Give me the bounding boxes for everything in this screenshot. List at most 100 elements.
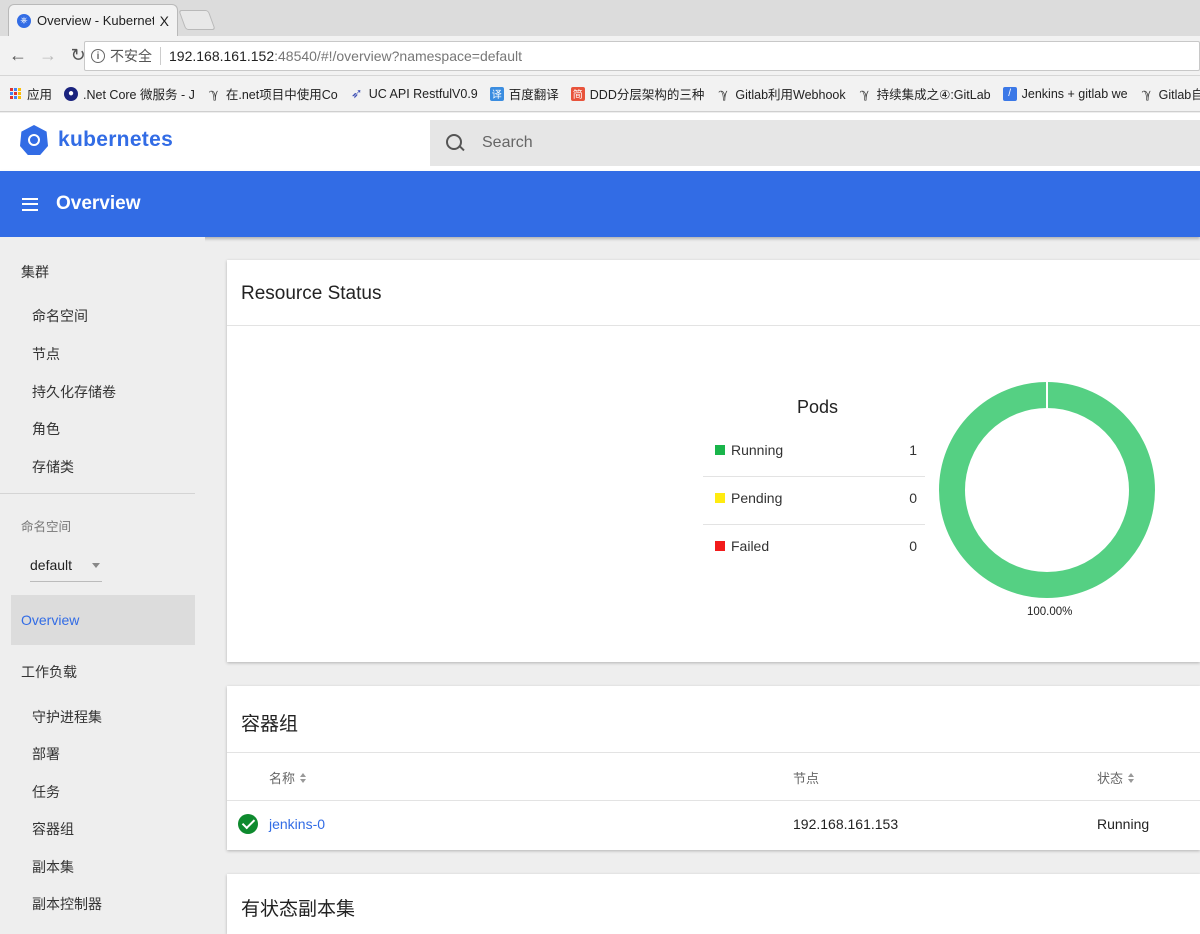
pods-chart-title: Pods [797, 397, 839, 417]
sidebar-item-roles[interactable]: 角色 [32, 419, 60, 439]
browser-address-bar: ← → ↻ i 不安全 192.168.161.152 :48540/#!/ov… [0, 36, 1200, 76]
column-header-status[interactable]: 状态 [1097, 768, 1135, 787]
pod-status-label: Pending [731, 490, 783, 506]
url-path: :48540/#!/overview?namespace=default [274, 48, 523, 64]
pod-status: Running [1097, 816, 1150, 832]
bookmark-gitlab-webhook[interactable]: ℽ Gitlab利用Webhook [716, 84, 846, 103]
page-toolbar: Overview [0, 171, 1200, 237]
legend-swatch-failed [715, 541, 725, 551]
sidebar-item-persistent-volumes[interactable]: 持久化存储卷 [32, 382, 116, 402]
gitlab-outline-icon: ℽ [718, 85, 729, 101]
namespace-select[interactable]: default [30, 549, 102, 582]
bookmark-gitlab-jenkins[interactable]: ℽ Gitlab自动触发Jenki [1140, 84, 1200, 103]
sidebar-item-pods[interactable]: 容器组 [32, 819, 74, 839]
net-core-icon: ● [64, 86, 79, 101]
bookmark-jenkins-gitlab[interactable]: / Jenkins + gitlab we [1002, 86, 1128, 101]
bookmark-label: Jenkins + gitlab we [1021, 86, 1128, 101]
column-header-label: 名称 [269, 771, 296, 786]
jianshu-icon: 简 [570, 86, 585, 101]
donut-slice-running [939, 382, 1155, 598]
card-title: 容器组 [241, 714, 299, 735]
sidebar-item-jobs[interactable]: 任务 [32, 782, 60, 802]
card-divider [227, 325, 1200, 326]
bookmark-blue-icon: / [1002, 86, 1017, 101]
column-header-node: 节点 [793, 768, 819, 787]
pod-status-label: Failed [731, 538, 770, 554]
logo-text: kubernetes [58, 128, 174, 151]
pod-name-link[interactable]: jenkins-0 [269, 816, 325, 832]
bookmark-apps[interactable]: 应用 [10, 84, 52, 103]
app-header: kubernetes [0, 113, 1200, 171]
sidebar-item-namespaces[interactable]: 命名空间 [32, 306, 88, 326]
back-arrow-icon[interactable]: ← [6, 45, 30, 66]
check-circle-icon [238, 814, 258, 834]
bookmark-baidu-translate[interactable]: 译 百度翻译 [489, 84, 559, 103]
namespace-label: 命名空间 [21, 520, 72, 534]
bookmarks-bar: 应用 ● .Net Core 微服务 - J ℽ 在.net项目中使用Co ➶ … [0, 76, 1200, 112]
new-tab-button[interactable] [178, 10, 216, 30]
sidebar-item-storage-classes[interactable]: 存储类 [32, 457, 74, 477]
sidebar-section-cluster[interactable]: 集群 [21, 262, 49, 282]
dropdown-caret-icon [92, 562, 100, 568]
hamburger-menu-icon[interactable] [22, 197, 38, 211]
sidebar-item-daemon-sets[interactable]: 守护进程集 [32, 707, 102, 727]
close-tab-icon[interactable]: X [160, 13, 169, 29]
kubernetes-favicon-icon: ⎈ [17, 13, 31, 28]
donut-percentage-label: 100.00% [1027, 606, 1073, 618]
bookmark-label: 百度翻译 [508, 88, 559, 102]
search-input[interactable] [482, 134, 1082, 152]
bookmark-ddd[interactable]: 简 DDD分层架构的三种 [570, 84, 705, 103]
pod-status-count: 1 [909, 442, 917, 458]
search-bar[interactable] [430, 120, 1200, 166]
legend-swatch-pending [715, 493, 725, 503]
sidebar-item-label: Overview [21, 612, 80, 628]
bookmark-net-project[interactable]: ℽ 在.net项目中使用Co [207, 84, 338, 103]
forward-arrow-icon[interactable]: → [36, 45, 60, 66]
pod-status-running: Running 1 [703, 426, 925, 474]
bookmark-uc-api[interactable]: ➶ UC API RestfulV0.9 [350, 85, 478, 101]
browser-tab[interactable]: ⎈ Overview - Kubernetes X [8, 4, 178, 36]
namespace-value: default [30, 557, 73, 573]
table-header-divider [227, 800, 1200, 801]
page-title: Overview [56, 193, 141, 214]
card-title: Resource Status [241, 283, 382, 304]
bookmark-label: .Net Core 微服务 - J [83, 88, 195, 102]
apps-icon [10, 88, 21, 99]
bookmark-label: UC API RestfulV0.9 [368, 86, 478, 101]
column-header-label: 节点 [793, 771, 820, 786]
legend-swatch-running [715, 445, 725, 455]
info-icon[interactable]: i [91, 49, 105, 63]
pod-status-count: 0 [909, 490, 917, 506]
bookmark-ci-gitlab[interactable]: ℽ 持续集成之④:GitLab [858, 84, 991, 103]
pod-status-pending: Pending 0 [703, 474, 925, 522]
sidebar-item-deployments[interactable]: 部署 [32, 744, 60, 764]
bookmark-label: 在.net项目中使用Co [225, 88, 338, 102]
kubernetes-logo[interactable]: kubernetes [20, 125, 173, 155]
bookmark-label: 应用 [27, 88, 53, 102]
bookmark-label: 持续集成之④:GitLab [876, 88, 991, 102]
card-title: 有状态副本集 [241, 899, 356, 920]
sort-icon [1128, 772, 1135, 783]
column-header-name[interactable]: 名称 [269, 768, 307, 787]
bookmark-label: DDD分层架构的三种 [589, 88, 705, 102]
bookmark-net-core[interactable]: ● .Net Core 微服务 - J [64, 84, 195, 103]
browser-tab-bar: ⎈ Overview - Kubernetes X [0, 0, 1200, 36]
url-separator [160, 47, 161, 65]
url-field[interactable]: i 不安全 192.168.161.152 :48540/#!/overview… [84, 41, 1200, 71]
sidebar-item-overview[interactable]: Overview [11, 595, 195, 645]
sidebar-item-replication-controllers[interactable]: 副本控制器 [32, 894, 102, 914]
card-divider [227, 752, 1200, 753]
kubernetes-wheel-icon [20, 125, 48, 155]
bookmark-label: Gitlab利用Webhook [735, 88, 846, 102]
stateful-sets-card: 有状态副本集 [227, 874, 1200, 934]
sidebar-item-nodes[interactable]: 节点 [32, 344, 60, 364]
sidebar-section-workloads[interactable]: 工作负载 [21, 662, 77, 682]
insecure-label[interactable]: 不安全 [110, 46, 152, 66]
search-icon [446, 134, 464, 152]
sidebar-item-replica-sets[interactable]: 副本集 [32, 857, 74, 877]
sort-icon [300, 772, 307, 783]
pod-node: 192.168.161.153 [793, 816, 899, 832]
gitlab-outline-icon: ℽ [859, 85, 870, 101]
pods-card: 容器组 名称 节点 状态 jenkins-0 192.168.161.153 R… [227, 686, 1200, 850]
url-host: 192.168.161.152 [169, 48, 275, 64]
